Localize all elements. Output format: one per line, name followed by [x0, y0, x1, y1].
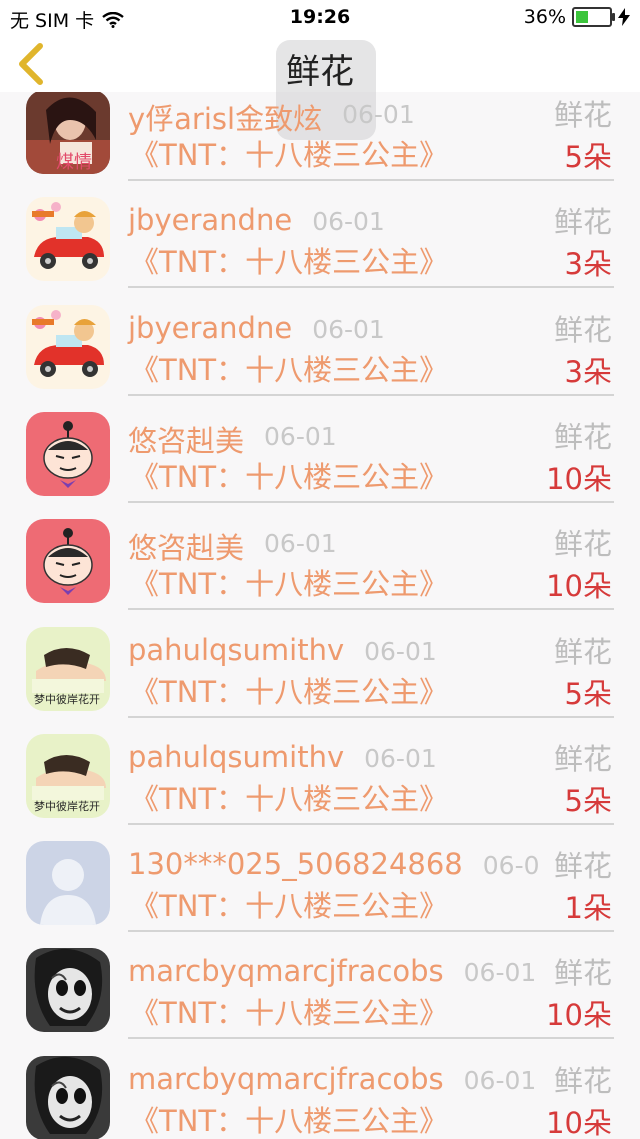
gift-type-label: 鲜花 [553, 634, 612, 669]
gift-type-label: 鲜花 [553, 419, 612, 454]
gift-date: 06-0 [482, 851, 540, 881]
gift-list-item[interactable]: jbyerandne 06-01 鲜花《TNT：十八楼三公主》 3朵 [0, 297, 640, 404]
gift-date: 06-01 [342, 100, 415, 129]
gift-type-label: 鲜花 [553, 98, 612, 132]
user-name[interactable]: pahulqsumithv [128, 633, 344, 667]
user-name[interactable]: marcbyqmarcjfracobs [128, 1062, 444, 1096]
gift-date: 06-01 [364, 743, 437, 773]
cartoon-girl-avatar[interactable] [26, 411, 110, 496]
gift-list-item[interactable]: 130***025_506824868 06-0 鲜花《TNT：十八楼三公主》 1朵 [0, 833, 640, 940]
book-title: 《TNT：十八楼三公主》 [130, 567, 449, 602]
user-name[interactable]: jbyerandne [128, 311, 292, 345]
user-name[interactable]: jbyerandne [128, 203, 292, 237]
gift-count: 5朵 [564, 676, 612, 711]
book-title: 《TNT：十八楼三公主》 [130, 1103, 449, 1138]
default-person-avatar[interactable] [26, 841, 110, 926]
gift-type-label: 鲜花 [553, 849, 612, 884]
gift-type-label: 鲜花 [553, 741, 612, 776]
gift-count: 1朵 [564, 891, 612, 926]
gift-date: 06-01 [463, 958, 537, 988]
row-divider [128, 822, 614, 825]
book-title: 《TNT：十八楼三公主》 [130, 245, 449, 280]
cartoon-car-avatar[interactable] [26, 197, 110, 282]
svg-text:梦中彼岸花开: 梦中彼岸花开 [34, 693, 100, 706]
battery-fill [576, 11, 588, 23]
gift-count: 10朵 [546, 1105, 612, 1139]
gift-date: 06-01 [264, 421, 337, 451]
gift-list-item[interactable]: 梦中彼岸花开 pahulqsumithv 06-01 鲜花《TNT：十八楼三公主》 5朵 [0, 619, 640, 726]
row-divider [128, 1037, 614, 1040]
gift-list-item[interactable]: 梦中彼岸花开 pahulqsumithv 06-01 鲜花《TNT：十八楼三公主》 5朵 [0, 726, 640, 833]
book-title: 《TNT：十八楼三公主》 [130, 996, 449, 1031]
gift-count: 3朵 [564, 247, 612, 282]
gift-list-item[interactable]: 悠咨赳美 06-01 鲜花 《TNT：十八楼三公主》 10朵 [0, 404, 640, 511]
book-title: 《TNT：十八楼三公主》 [130, 781, 449, 816]
row-divider [128, 608, 614, 611]
status-bar: 无 SIM 卡 19:26 36% [0, 0, 640, 36]
gift-count: 5朵 [564, 783, 612, 818]
gift-list-item[interactable]: 煤情 y俘arisl金致炫 06-01 鲜花 《TNT：十八楼三公主》 5朵 [0, 92, 640, 189]
user-name[interactable]: 130***025_506824868 [128, 847, 463, 881]
gift-type-label: 鲜花 [553, 205, 612, 240]
battery-percent: 36% [523, 6, 566, 28]
gift-date: 06-01 [312, 207, 385, 237]
gift-count: 3朵 [564, 354, 612, 389]
sleeping-person-avatar[interactable]: 梦中彼岸花开 [26, 733, 110, 818]
row-divider [128, 393, 614, 396]
navigation-bar: 鲜花 [0, 36, 640, 140]
battery-icon [572, 7, 615, 27]
gift-list-item[interactable]: 悠咨赳美 06-01 鲜花 《TNT：十八楼三公主》 10朵 [0, 511, 640, 618]
gift-date: 06-01 [463, 1065, 537, 1095]
row-divider [128, 500, 614, 503]
book-title: 《TNT：十八楼三公主》 [130, 674, 449, 709]
gift-date: 06-01 [364, 636, 437, 666]
user-name[interactable]: marcbyqmarcjfracobs [128, 954, 444, 988]
gift-count: 5朵 [564, 140, 612, 174]
gift-list-item[interactable]: marcbyqmarcjfracobs 06-01 鲜花《TNT：十八楼三公主》 10… [0, 1048, 640, 1139]
row-divider [128, 286, 614, 289]
page-title: 鲜花 [286, 52, 354, 92]
book-title: 《TNT：十八楼三公主》 [130, 889, 449, 924]
gift-count: 10朵 [546, 461, 612, 496]
gift-list-item[interactable]: jbyerandne 06-01 鲜花《TNT：十八楼三公主》 3朵 [0, 189, 640, 296]
gift-type-label: 鲜花 [553, 312, 612, 347]
row-divider [128, 179, 614, 181]
gift-type-label: 鲜花 [553, 527, 612, 562]
gift-type-label: 鲜花 [553, 956, 612, 991]
svg-text:梦中彼岸花开: 梦中彼岸花开 [34, 800, 100, 813]
book-title: 《TNT：十八楼三公主》 [130, 459, 449, 494]
book-title: 《TNT：十八楼三公主》 [130, 138, 449, 172]
gift-date: 06-01 [264, 529, 337, 559]
flower-gift-list[interactable]: 煤情 y俘arisl金致炫 06-01 鲜花 《TNT：十八楼三公主》 5朵 jbyeran… [0, 92, 640, 1139]
mask-face-avatar[interactable] [26, 948, 110, 1033]
row-divider [128, 930, 614, 933]
row-divider [128, 715, 614, 718]
sleeping-person-avatar[interactable]: 梦中彼岸花开 [26, 626, 110, 711]
status-right: 36% [524, 6, 630, 28]
gift-count: 10朵 [546, 998, 612, 1033]
svg-text:煤情: 煤情 [56, 152, 92, 173]
photo-woman-avatar[interactable]: 煤情 [26, 92, 110, 174]
cartoon-car-avatar[interactable] [26, 304, 110, 389]
mask-face-avatar[interactable] [26, 1055, 110, 1139]
gift-type-label: 鲜花 [553, 1063, 612, 1098]
gift-date: 06-01 [312, 314, 385, 344]
book-title: 《TNT：十八楼三公主》 [130, 352, 449, 387]
gift-list-item[interactable]: marcbyqmarcjfracobs 06-01 鲜花《TNT：十八楼三公主》 10… [0, 940, 640, 1047]
cartoon-girl-avatar[interactable] [26, 519, 110, 604]
gift-count: 10朵 [546, 569, 612, 604]
user-name[interactable]: pahulqsumithv [128, 740, 344, 774]
charging-bolt-icon [618, 8, 630, 26]
